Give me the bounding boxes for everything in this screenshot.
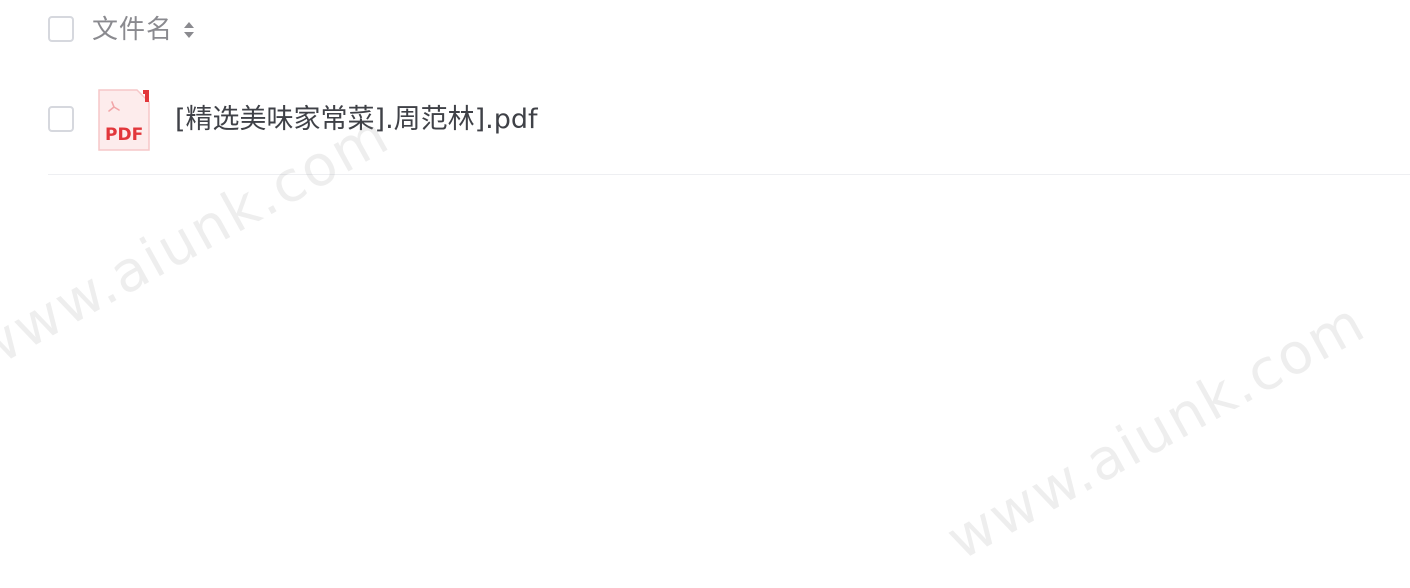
select-all-checkbox[interactable]: [48, 16, 74, 42]
filename-column-header[interactable]: 文件名: [92, 14, 195, 46]
file-name-link[interactable]: [精选美味家常菜].周范林].pdf: [175, 100, 538, 140]
sort-up-down-icon[interactable]: [183, 18, 195, 42]
filename-column-label: 文件名: [92, 15, 174, 45]
file-row-checkbox[interactable]: [48, 106, 74, 132]
pdf-label: PDF: [105, 125, 143, 145]
file-list-page: 文件名 PDF [精选美味家常菜].周范林].pdf www.aiunk.com…: [0, 0, 1410, 588]
row-divider: [48, 174, 1410, 175]
pdf-file-icon: PDF: [97, 88, 151, 152]
watermark-text: www.aiunk.com: [936, 289, 1377, 573]
